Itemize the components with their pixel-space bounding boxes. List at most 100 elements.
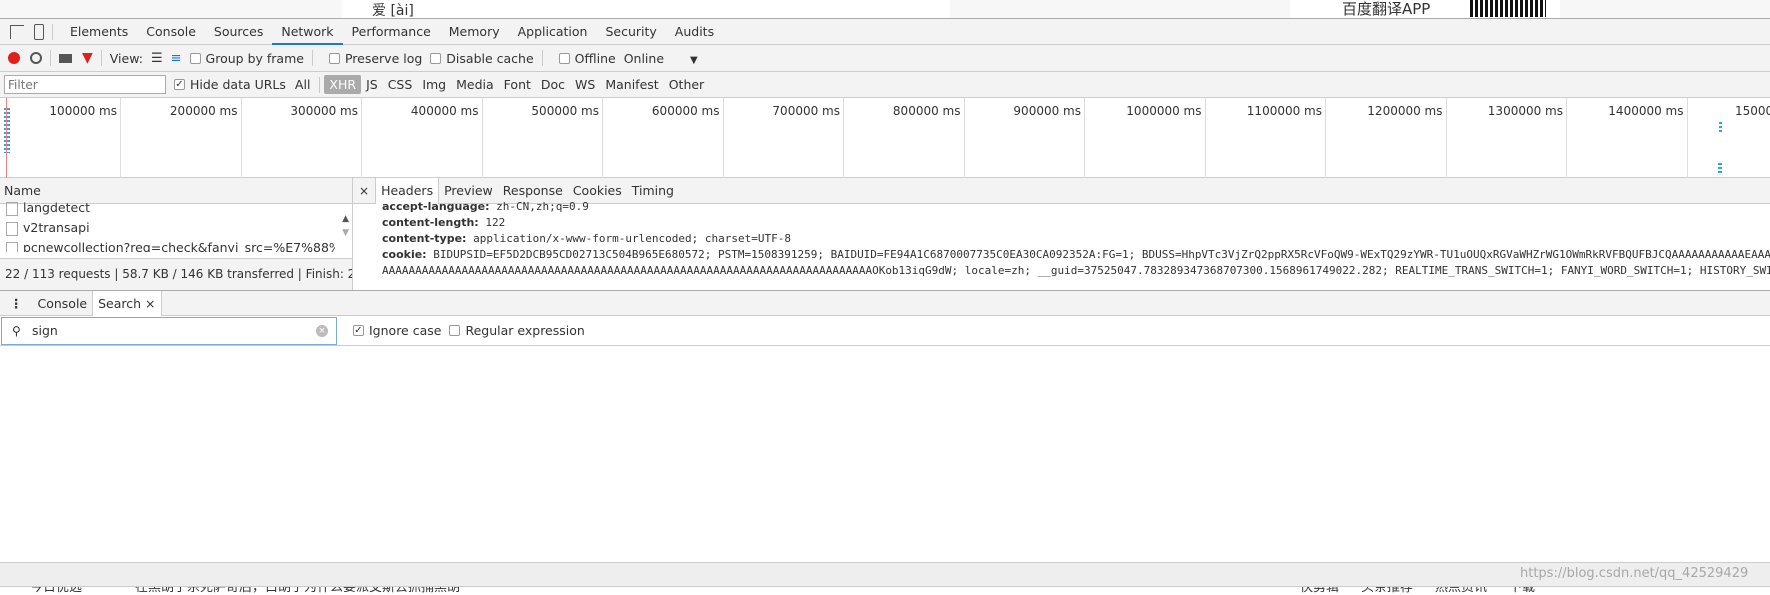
regex-checkbox[interactable] <box>449 325 461 336</box>
filter-type-doc[interactable]: Doc <box>536 75 570 94</box>
news-ticker[interactable]: 在黑胡子杀死萨奇后，白胡子为什么要派艾斯去抓捕黑胡 <box>135 587 460 595</box>
hide-data-urls-checkbox[interactable]: ✓ <box>174 79 185 90</box>
search-bar: ⚲ sign × ✓ Ignore case Regular expression <box>0 316 1770 346</box>
drawer-tabbar: ⋮ Console Search × <box>0 290 1770 316</box>
request-row[interactable]: langdetect <box>0 198 335 218</box>
status-bar-item[interactable]: 下载 <box>1509 587 1535 595</box>
request-name: pcnewcollection?req=check&fanyi_src=%E7%… <box>23 240 335 252</box>
drawer-tab-console[interactable]: Console <box>33 291 93 316</box>
panel-tabs: Elements Console Sources Network Performance… <box>61 19 723 45</box>
timeline-tick-label: 15000 <box>1735 104 1770 118</box>
filter-type-css[interactable]: CSS <box>383 75 418 94</box>
timeline-tick-label: 1400000 ms <box>1567 98 1688 178</box>
filter-input[interactable] <box>4 75 166 94</box>
more-options-icon[interactable]: ⋮ <box>0 296 33 311</box>
close-tab-icon[interactable]: × <box>141 296 155 311</box>
status-bar-item[interactable]: 头条推荐 <box>1361 587 1413 595</box>
request-row[interactable]: v2transapi <box>0 218 335 238</box>
disable-cache-checkbox[interactable] <box>430 52 442 64</box>
filter-icon[interactable]: ▼ <box>82 50 93 66</box>
timeline-tick-label: 500000 ms <box>482 98 603 178</box>
drawer-tab-label: Console <box>37 295 88 311</box>
tab-console[interactable]: Console <box>137 19 205 45</box>
timeline-tick-label: 400000 ms <box>362 98 483 178</box>
page-content: 爱 [ài] <box>342 0 950 18</box>
filter-type-img[interactable]: Img <box>417 75 451 94</box>
timeline-tick-label: 800000 ms <box>844 98 965 178</box>
request-row[interactable]: pcnewcollection?req=check&fanyi_src=%E7%… <box>0 238 335 252</box>
record-button[interactable] <box>8 52 20 64</box>
status-bar-item[interactable]: 快剪辑 <box>1300 587 1339 595</box>
filter-type-font[interactable]: Font <box>499 75 536 94</box>
divider <box>100 50 102 66</box>
name-header-label: Name <box>4 183 41 198</box>
request-type-icon <box>6 201 18 216</box>
filter-type-other[interactable]: Other <box>664 75 710 94</box>
tab-network[interactable]: Network <box>272 19 343 45</box>
browser-status-bar: 今日优选 在黑胡子杀死萨奇后，白胡子为什么要派艾斯去抓捕黑胡 快剪辑 头条推荐 热点… <box>0 587 1770 595</box>
timeline-tick-label: 1200000 ms <box>1326 98 1447 178</box>
network-summary: 22 / 113 requests | 58.7 KB / 146 KB tra… <box>0 258 352 290</box>
header-value: 122 <box>485 216 506 229</box>
group-by-frame-checkbox[interactable] <box>189 52 201 64</box>
search-input[interactable]: ⚲ sign × <box>1 316 337 345</box>
filter-type-js[interactable]: JS <box>361 75 383 94</box>
tab-security[interactable]: Security <box>596 19 665 45</box>
filter-type-manifest[interactable]: Manifest <box>600 75 663 94</box>
drawer-tab-search[interactable]: Search × <box>92 290 162 316</box>
tab-timing[interactable]: Timing <box>627 178 679 204</box>
large-rows-icon[interactable]: ☰ <box>151 51 163 66</box>
devtools-tabbar: Elements Console Sources Network Performance… <box>0 19 1770 45</box>
scrollbar[interactable]: ▲ ▼ <box>342 212 349 240</box>
today-picks[interactable]: 今日优选 <box>30 587 82 595</box>
request-detail-pane: × Headers Preview Response Cookies Timing ac… <box>353 177 1770 290</box>
throttling-select[interactable]: Online ▼ <box>624 51 698 66</box>
tab-memory[interactable]: Memory <box>440 19 509 45</box>
tab-audits[interactable]: Audits <box>666 19 723 45</box>
filter-type-ws[interactable]: WS <box>570 75 600 94</box>
filter-type-media[interactable]: Media <box>451 75 499 94</box>
group-by-frame-label: Group by frame <box>205 50 304 66</box>
divider <box>541 50 543 66</box>
network-overview-timeline[interactable]: 100000 ms 200000 ms 300000 ms 400000 ms 5000… <box>0 98 1770 178</box>
waterfall-icon[interactable]: ≡ <box>171 51 182 66</box>
header-row: cookie: BIDUPSID=EF5D2DCB95CD02713C504B9… <box>353 247 1770 263</box>
inspect-element-icon[interactable] <box>10 24 24 39</box>
divider <box>52 23 53 40</box>
header-name: accept-language: <box>382 200 490 213</box>
header-name: content-length: <box>382 216 479 229</box>
search-icon: ⚲ <box>12 323 21 338</box>
preserve-log-checkbox[interactable] <box>328 52 340 64</box>
throttle-value: Online <box>623 50 665 66</box>
search-results-status <box>0 562 1770 587</box>
summary-text: 22 / 113 requests | 58.7 KB / 146 KB tra… <box>5 267 352 281</box>
app-label: 百度翻译APP <box>1342 0 1431 18</box>
timeline-tick-label: 1300000 ms <box>1446 98 1567 178</box>
filter-type-all[interactable]: All <box>290 75 316 94</box>
tab-application[interactable]: Application <box>509 19 597 45</box>
filter-type-xhr[interactable]: XHR <box>324 75 362 94</box>
ignore-case-label: Ignore case <box>369 323 442 338</box>
divider <box>50 50 51 66</box>
clear-icon[interactable] <box>30 52 42 64</box>
header-row: accept-language: zh-CN,zh;q=0.9 <box>353 199 1770 215</box>
drawer-tab-label: Search <box>98 295 142 311</box>
tab-sources[interactable]: Sources <box>205 19 272 45</box>
tab-elements[interactable]: Elements <box>61 19 137 45</box>
device-toolbar-icon[interactable] <box>34 23 44 40</box>
status-bar-item[interactable]: 热点资讯 <box>1435 587 1487 595</box>
screenshot-camera-icon[interactable] <box>59 53 72 63</box>
timeline-tick-label: 300000 ms <box>241 98 362 178</box>
timeline-tick-label: 100000 ms <box>0 98 121 178</box>
resource-type-filters: All XHR JS CSS Img Media Font Doc WS Manifest Othe… <box>290 75 709 94</box>
clear-search-icon[interactable]: × <box>316 324 328 337</box>
close-icon[interactable]: × <box>353 184 375 198</box>
request-list: langdetect v2transapi pcnewcollection?req=… <box>0 198 352 252</box>
header-value: application/x-www-form-urlencoded; chars… <box>473 232 791 245</box>
watermark: https://blog.csdn.net/qq_42529429 <box>1520 566 1749 581</box>
chevron-down-icon: ▼ <box>690 54 698 66</box>
tab-performance[interactable]: Performance <box>343 19 440 45</box>
offline-checkbox[interactable] <box>558 52 570 64</box>
header-value: zh-CN,zh;q=0.9 <box>496 200 589 213</box>
ignore-case-checkbox[interactable]: ✓ <box>353 325 364 336</box>
